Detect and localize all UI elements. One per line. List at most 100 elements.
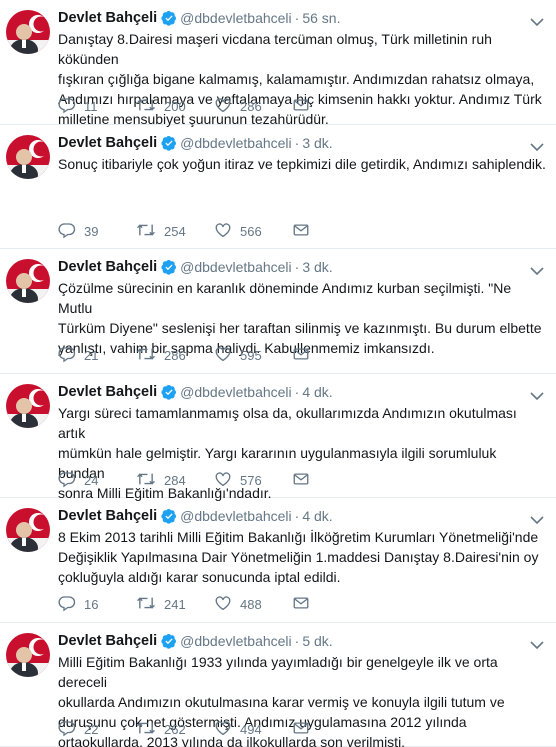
retweet-button[interactable]: 241	[136, 594, 214, 615]
tweet[interactable]: Devlet Bahçeli @dbdevletbahceli · 5 dk. …	[0, 623, 556, 747]
retweet-icon	[136, 719, 164, 740]
tweet-feed: Devlet Bahçeli @dbdevletbahceli · 56 sn.…	[0, 0, 556, 747]
verified-badge-icon	[161, 633, 177, 649]
retweet-count: 286	[164, 348, 186, 363]
display-name[interactable]: Devlet Bahçeli	[58, 508, 157, 524]
separator-dot: ·	[294, 383, 300, 400]
retweet-icon	[136, 345, 164, 366]
like-button[interactable]: 566	[214, 221, 292, 242]
like-count: 286	[240, 99, 262, 114]
tweet[interactable]: Devlet Bahçeli @dbdevletbahceli · 3 dk. …	[0, 125, 556, 249]
verified-badge-icon	[161, 135, 177, 151]
timestamp[interactable]: 5 dk.	[302, 633, 332, 649]
user-handle[interactable]: @dbdevletbahceli	[180, 508, 292, 524]
message-button[interactable]	[292, 221, 318, 242]
display-name[interactable]: Devlet Bahçeli	[58, 259, 157, 275]
like-button[interactable]: 595	[214, 345, 292, 366]
avatar[interactable]	[6, 259, 50, 303]
retweet-button[interactable]: 286	[136, 345, 214, 366]
avatar[interactable]	[6, 632, 50, 677]
tweet-header: Devlet Bahçeli @dbdevletbahceli · 4 dk.	[58, 506, 546, 526]
reply-count: 16	[84, 597, 99, 612]
reply-button[interactable]: 24	[58, 470, 136, 491]
message-icon	[292, 96, 318, 117]
like-button[interactable]: 576	[214, 470, 292, 491]
tweet[interactable]: Devlet Bahçeli @dbdevletbahceli · 4 dk. …	[0, 374, 556, 501]
like-icon	[214, 594, 240, 615]
like-button[interactable]: 494	[214, 719, 292, 740]
retweet-button[interactable]: 262	[136, 719, 214, 740]
tweet-text: Sonuç itibariyle çok yoğun itiraz ve tep…	[58, 155, 546, 172]
message-button[interactable]	[292, 470, 318, 491]
tweet[interactable]: Devlet Bahçeli @dbdevletbahceli · 4 dk. …	[0, 498, 556, 623]
display-name[interactable]: Devlet Bahçeli	[58, 633, 157, 649]
caret-down-icon[interactable]	[530, 14, 544, 32]
like-icon	[214, 221, 240, 242]
message-icon	[292, 719, 318, 740]
caret-down-icon[interactable]	[530, 263, 544, 281]
message-button[interactable]	[292, 719, 318, 740]
message-button[interactable]	[292, 96, 318, 117]
tweet-header: Devlet Bahçeli @dbdevletbahceli · 5 dk.	[58, 631, 546, 651]
separator-dot: ·	[294, 134, 300, 151]
retweet-count: 262	[164, 721, 186, 737]
avatar[interactable]	[6, 134, 50, 179]
display-name[interactable]: Devlet Bahçeli	[58, 135, 157, 151]
reply-button[interactable]: 16	[58, 594, 136, 615]
user-handle[interactable]: @dbdevletbahceli	[180, 135, 292, 151]
tweet-actions: 39 254 566	[58, 222, 318, 240]
reply-icon	[58, 470, 84, 491]
verified-badge-icon	[161, 508, 177, 524]
display-name[interactable]: Devlet Bahçeli	[58, 10, 157, 26]
reply-count: 24	[84, 472, 99, 488]
message-icon	[292, 221, 318, 242]
caret-down-icon[interactable]	[530, 512, 544, 530]
like-count: 488	[240, 597, 262, 612]
like-button[interactable]: 488	[214, 594, 292, 615]
tweet-header: Devlet Bahçeli @dbdevletbahceli · 3 dk.	[58, 133, 546, 153]
timestamp[interactable]: 4 dk.	[302, 508, 332, 524]
reply-button[interactable]: 39	[58, 221, 136, 242]
reply-button[interactable]: 22	[58, 719, 136, 740]
user-handle[interactable]: @dbdevletbahceli	[180, 384, 292, 400]
like-count: 595	[240, 348, 262, 363]
reply-button[interactable]: 11	[58, 96, 136, 117]
avatar[interactable]	[6, 10, 50, 54]
message-button[interactable]	[292, 345, 318, 366]
like-button[interactable]: 286	[214, 96, 292, 117]
like-count: 576	[240, 472, 262, 488]
tweet[interactable]: Devlet Bahçeli @dbdevletbahceli · 56 sn.…	[0, 0, 556, 127]
user-handle[interactable]: @dbdevletbahceli	[180, 259, 292, 275]
reply-button[interactable]: 21	[58, 345, 136, 366]
tweet[interactable]: Devlet Bahçeli @dbdevletbahceli · 3 dk. …	[0, 249, 556, 374]
verified-badge-icon	[161, 259, 177, 275]
avatar[interactable]	[6, 508, 50, 552]
user-handle[interactable]: @dbdevletbahceli	[180, 633, 292, 649]
timestamp[interactable]: 3 dk.	[302, 259, 332, 275]
like-icon	[214, 719, 240, 740]
display-name[interactable]: Devlet Bahçeli	[58, 384, 157, 400]
user-handle[interactable]: @dbdevletbahceli	[180, 10, 292, 26]
reply-icon	[58, 719, 84, 740]
timestamp[interactable]: 4 dk.	[302, 384, 332, 400]
separator-dot: ·	[294, 632, 300, 649]
retweet-button[interactable]: 200	[136, 96, 214, 117]
retweet-button[interactable]: 254	[136, 221, 214, 242]
retweet-count: 241	[164, 597, 186, 612]
avatar[interactable]	[6, 383, 50, 428]
caret-down-icon[interactable]	[530, 139, 544, 157]
reply-count: 22	[84, 721, 99, 737]
reply-icon	[58, 345, 84, 366]
tweet-header: Devlet Bahçeli @dbdevletbahceli · 56 sn.	[58, 8, 546, 28]
timestamp[interactable]: 56 sn.	[302, 10, 340, 26]
retweet-button[interactable]: 284	[136, 470, 214, 491]
caret-down-icon[interactable]	[530, 637, 544, 655]
caret-down-icon[interactable]	[530, 388, 544, 406]
message-icon	[292, 470, 318, 491]
verified-badge-icon	[161, 10, 177, 26]
reply-icon	[58, 96, 84, 117]
message-button[interactable]	[292, 594, 318, 615]
timestamp[interactable]: 3 dk.	[302, 135, 332, 151]
reply-count: 39	[84, 223, 99, 239]
reply-icon	[58, 594, 84, 615]
